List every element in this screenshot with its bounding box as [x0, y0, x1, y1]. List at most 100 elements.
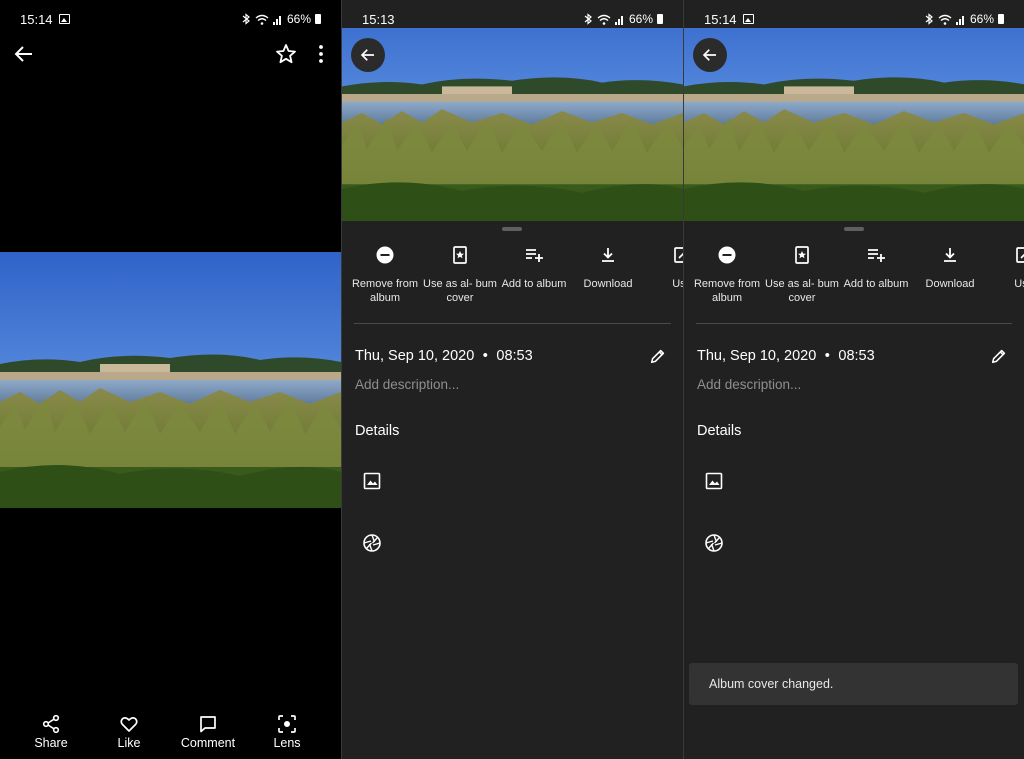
details-heading: Details	[355, 423, 400, 439]
add-to-album-button[interactable]: Add to album	[839, 245, 913, 291]
divider	[696, 323, 1012, 324]
action-label: Download	[583, 278, 633, 290]
signal-icon	[614, 15, 623, 25]
battery-percent: 66%	[969, 12, 994, 26]
lens-label: Lens	[273, 736, 301, 750]
image-icon	[363, 472, 381, 490]
use-as-icon	[674, 247, 683, 263]
action-label: Remove from album	[693, 278, 761, 304]
photo-image[interactable]	[684, 28, 1024, 221]
heart-icon	[120, 717, 138, 732]
edit-pencil-icon[interactable]	[990, 347, 1008, 365]
sheet-drag-handle[interactable]	[502, 227, 522, 231]
status-time: 15:13	[362, 11, 395, 27]
action-label: Download	[925, 278, 975, 290]
battery-percent: 66%	[286, 12, 311, 26]
back-arrow-icon	[360, 49, 374, 61]
gallery-notification-icon	[742, 14, 754, 24]
battery-percent: 66%	[628, 12, 653, 26]
action-label: Use	[1014, 278, 1024, 290]
battery-icon	[657, 14, 663, 24]
image-icon	[705, 472, 723, 490]
share-label: Share	[34, 736, 68, 750]
back-arrow-icon[interactable]	[12, 42, 36, 66]
actions-row: Remove from album Use as al- bum cover A…	[342, 245, 683, 325]
signal-icon	[272, 15, 281, 25]
action-label: Use as al- bum cover	[423, 278, 497, 304]
date-separator: •	[478, 348, 492, 364]
action-label: Remove from album	[351, 278, 419, 304]
photo-info-panel: 15:13 66% Remove from album Use as al- b…	[342, 0, 683, 759]
like-button[interactable]: Like	[94, 714, 164, 750]
share-button[interactable]: Share	[16, 714, 86, 750]
datetime-row: Thu, Sep 10, 2020 • 08:53	[355, 347, 669, 367]
back-arrow-icon	[702, 49, 716, 61]
bluetooth-icon	[584, 13, 592, 25]
photo-info-panel-after: 15:14 66% Remove from album Use as al- b…	[684, 0, 1024, 759]
camera-aperture-icon	[705, 534, 723, 552]
comment-button[interactable]: Comment	[173, 714, 243, 750]
add-description-field[interactable]: Add description...	[355, 377, 459, 392]
use-as-button[interactable]: Use	[645, 245, 683, 291]
viewer-bottom-bar: Share Like Comment Lens	[0, 714, 341, 759]
edit-pencil-icon[interactable]	[649, 347, 667, 365]
photo-time: 08:53	[496, 348, 533, 364]
add-description-field[interactable]: Add description...	[697, 377, 801, 392]
like-label: Like	[117, 736, 141, 750]
status-bar: 15:13 66%	[342, 0, 683, 38]
wifi-icon	[597, 14, 611, 25]
gallery-notification-icon	[58, 14, 70, 24]
comment-label: Comment	[180, 736, 236, 750]
bluetooth-icon	[242, 13, 250, 25]
use-as-icon	[1016, 247, 1024, 263]
wifi-icon	[938, 14, 952, 25]
divider	[354, 323, 671, 324]
use-as-album-cover-button[interactable]: Use as al- bum cover	[423, 245, 497, 305]
details-heading: Details	[697, 423, 742, 439]
playlist-add-icon	[868, 249, 885, 262]
action-label: Use as al- bum cover	[765, 278, 839, 304]
action-label: Use	[672, 278, 683, 290]
use-as-album-cover-button[interactable]: Use as al- bum cover	[765, 245, 839, 305]
action-label: Add to album	[501, 278, 567, 290]
action-label: Add to album	[843, 278, 909, 290]
photo-viewer-panel: 15:14 66% Share Like Comment Lens	[0, 0, 341, 759]
photo-image[interactable]	[342, 28, 683, 221]
download-button[interactable]: Download	[571, 245, 645, 291]
album-cover-icon	[453, 246, 467, 264]
bluetooth-icon	[925, 13, 933, 25]
photo-date: Thu, Sep 10, 2020	[697, 348, 817, 364]
camera-aperture-icon	[363, 534, 381, 552]
back-button[interactable]	[351, 38, 385, 72]
back-button[interactable]	[693, 38, 727, 72]
playlist-add-icon	[526, 249, 543, 262]
comment-icon	[200, 716, 216, 733]
sheet-drag-handle[interactable]	[844, 227, 864, 231]
battery-icon	[998, 14, 1004, 24]
remove-circle-icon	[718, 246, 736, 264]
photo-time: 08:53	[838, 348, 875, 364]
remove-circle-icon	[376, 246, 394, 264]
photo-date: Thu, Sep 10, 2020	[355, 348, 475, 364]
download-icon	[944, 248, 956, 262]
remove-from-album-button[interactable]: Remove from album	[348, 245, 422, 305]
use-as-button[interactable]: Use	[987, 245, 1024, 291]
datetime-row: Thu, Sep 10, 2020 • 08:53	[697, 347, 1010, 367]
remove-from-album-button[interactable]: Remove from album	[690, 245, 764, 305]
more-vert-icon[interactable]	[309, 42, 333, 66]
signal-icon	[955, 15, 964, 25]
photo-image[interactable]	[0, 252, 341, 508]
actions-row: Remove from album Use as al- bum cover A…	[684, 245, 1024, 325]
add-to-album-button[interactable]: Add to album	[497, 245, 571, 291]
download-button[interactable]: Download	[913, 245, 987, 291]
album-cover-icon	[795, 246, 809, 264]
lens-button[interactable]: Lens	[252, 714, 322, 750]
download-icon	[602, 248, 614, 262]
share-icon	[42, 714, 60, 734]
star-outline-icon[interactable]	[274, 42, 298, 66]
snackbar-message: Album cover changed.	[709, 677, 834, 691]
viewer-top-bar	[0, 38, 341, 70]
status-time: 15:14	[704, 11, 737, 27]
snackbar: Album cover changed.	[689, 663, 1018, 705]
battery-icon	[315, 14, 321, 24]
